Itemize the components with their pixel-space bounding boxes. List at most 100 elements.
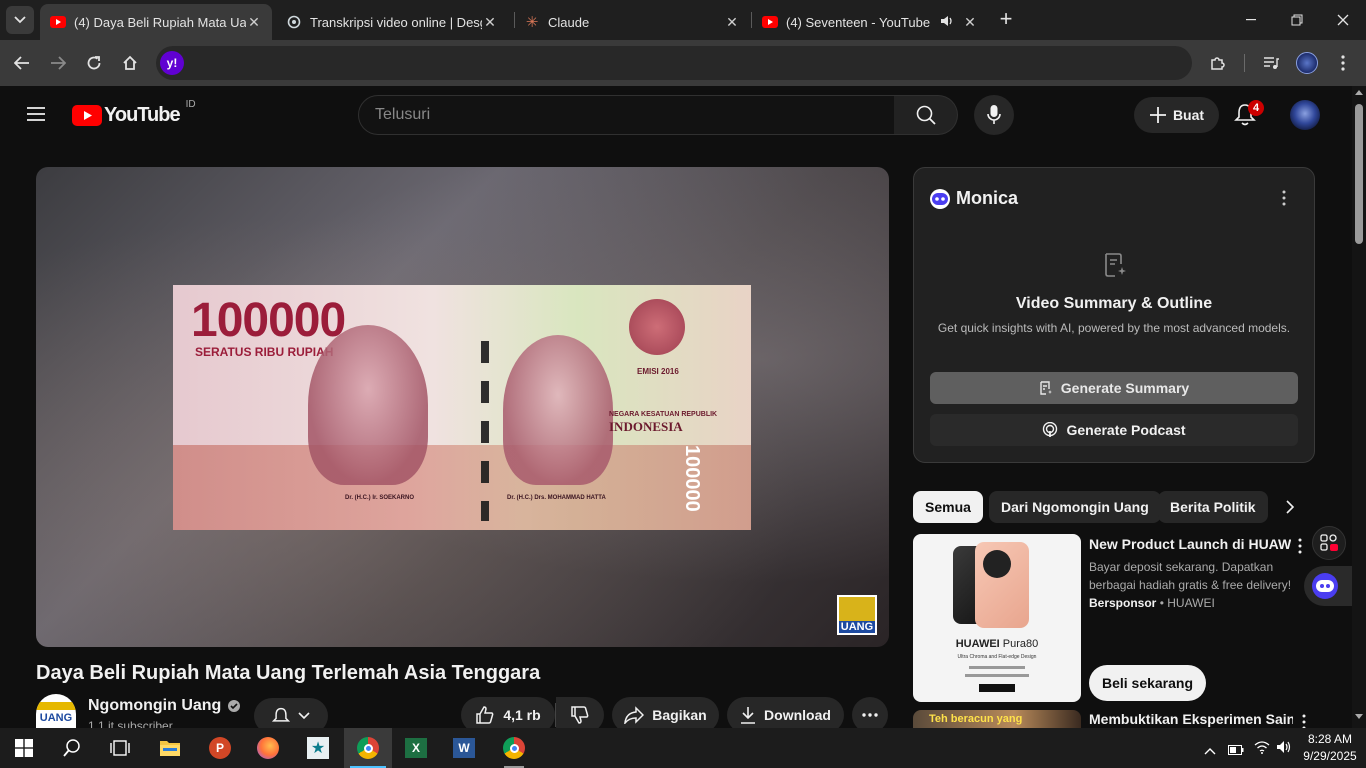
subscriber-count: 1,1 jt subscriber bbox=[88, 719, 173, 728]
scroll-up-arrow[interactable] bbox=[1355, 90, 1363, 95]
chrome-icon bbox=[357, 737, 379, 759]
apps-floating-button[interactable] bbox=[1312, 526, 1346, 560]
arrow-right-icon bbox=[51, 56, 66, 70]
video-player[interactable]: 100000 SERATUS RIBU RUPIAH EMISI 2016 NE… bbox=[36, 167, 889, 647]
monica-menu-button[interactable] bbox=[1280, 190, 1288, 208]
claude-icon: ✳ bbox=[525, 14, 539, 31]
clock[interactable]: 8:28 AM 9/29/2025 bbox=[1298, 731, 1362, 765]
close-window-button[interactable] bbox=[1320, 0, 1366, 40]
extensions-button[interactable] bbox=[1203, 48, 1233, 78]
address-bar[interactable]: y! bbox=[156, 46, 1192, 80]
chip-semua[interactable]: Semua bbox=[913, 491, 983, 523]
scrollbar-thumb[interactable] bbox=[1355, 104, 1363, 244]
ad-cta-button[interactable]: Beli sekarang bbox=[1089, 665, 1206, 701]
speaker-icon[interactable] bbox=[940, 15, 962, 30]
hamburger-icon bbox=[27, 107, 45, 121]
back-button[interactable] bbox=[7, 48, 37, 78]
generate-podcast-button[interactable]: Generate Podcast bbox=[930, 414, 1298, 446]
close-icon[interactable]: ✕ bbox=[482, 14, 498, 31]
close-icon[interactable]: ✕ bbox=[962, 14, 978, 31]
search-icon bbox=[916, 105, 936, 125]
scroll-down-arrow[interactable] bbox=[1355, 714, 1363, 719]
close-icon[interactable]: ✕ bbox=[724, 14, 740, 31]
chips-next-button[interactable] bbox=[1276, 493, 1304, 521]
firefox-icon bbox=[257, 737, 279, 759]
reload-button[interactable] bbox=[79, 48, 109, 78]
chevron-down-icon bbox=[14, 16, 26, 24]
task-view-button[interactable] bbox=[96, 728, 144, 768]
tab-youtube-video[interactable]: (4) Daya Beli Rupiah Mata Uang ✕ bbox=[40, 4, 272, 40]
search-input[interactable]: Telusuri bbox=[358, 95, 896, 135]
ad-menu-button[interactable] bbox=[1298, 538, 1306, 554]
kebab-menu-icon bbox=[1302, 714, 1306, 728]
channel-name-text: Ngomongin Uang bbox=[88, 697, 222, 714]
excel-icon: X bbox=[405, 738, 427, 758]
restore-icon bbox=[1291, 14, 1303, 26]
camera-module bbox=[983, 550, 1011, 578]
close-icon[interactable]: ✕ bbox=[246, 14, 262, 31]
monica-name: Monica bbox=[956, 188, 1019, 208]
home-button[interactable] bbox=[115, 48, 145, 78]
restore-button[interactable] bbox=[1274, 0, 1320, 40]
next-video-menu-button[interactable] bbox=[1302, 714, 1310, 728]
ad-title[interactable]: New Product Launch di HUAWEI bbox=[1089, 536, 1291, 552]
create-button[interactable]: Buat bbox=[1134, 97, 1219, 133]
tab-seventeen[interactable]: (4) Seventeen - YouTube ✕ bbox=[752, 4, 988, 40]
media-control-button[interactable] bbox=[1256, 48, 1286, 78]
chip-berita-politik[interactable]: Berita Politik bbox=[1158, 491, 1268, 523]
excel-app[interactable]: X bbox=[392, 728, 440, 768]
channel-avatar[interactable]: UANG bbox=[36, 694, 76, 728]
notifications-button[interactable]: 4 bbox=[1234, 100, 1264, 128]
tab-transkripsi[interactable]: Transkripsi video online | Desgr ✕ bbox=[276, 4, 508, 40]
channel-name[interactable]: Ngomongin Uang bbox=[88, 697, 241, 715]
minimize-button[interactable] bbox=[1228, 0, 1274, 40]
thumbs-up-icon bbox=[476, 706, 494, 724]
next-video-thumbnail[interactable]: Teh beracun yang bbox=[913, 710, 1081, 728]
browser-toolbar: y! bbox=[0, 40, 1366, 86]
forward-button[interactable] bbox=[43, 48, 73, 78]
tab-claude[interactable]: ✳ Claude ✕ bbox=[514, 4, 750, 40]
media-queue-icon bbox=[1264, 57, 1279, 69]
home-icon bbox=[123, 55, 137, 70]
new-tab-button[interactable]: + bbox=[994, 6, 1018, 34]
browser-menu-button[interactable] bbox=[1328, 48, 1358, 78]
openai-icon bbox=[286, 14, 302, 30]
battery-tray-icon[interactable] bbox=[1228, 742, 1244, 760]
sticky-app[interactable]: ★ bbox=[294, 728, 342, 768]
ad-thumbnail[interactable]: HUAWEI Pura80 Ultra Chroma and Flat-edge… bbox=[913, 534, 1081, 702]
chrome-app-active[interactable] bbox=[344, 728, 392, 768]
start-button[interactable] bbox=[0, 728, 48, 768]
search-button[interactable] bbox=[894, 95, 958, 135]
chrome-profile-app[interactable] bbox=[490, 728, 538, 768]
channel-avatar-band bbox=[36, 702, 76, 710]
kebab-menu-icon bbox=[1282, 190, 1286, 206]
generate-summary-button[interactable]: Generate Summary bbox=[930, 372, 1298, 404]
file-explorer-app[interactable] bbox=[146, 728, 194, 768]
guide-menu-button[interactable] bbox=[24, 102, 48, 126]
firefox-app[interactable] bbox=[244, 728, 292, 768]
more-horizontal-icon bbox=[862, 713, 878, 717]
wifi-tray-icon[interactable] bbox=[1254, 740, 1270, 759]
close-icon bbox=[1337, 14, 1349, 26]
tab-search-button[interactable] bbox=[6, 6, 34, 34]
portrait-soekarno bbox=[308, 325, 428, 485]
youtube-icon bbox=[50, 14, 66, 30]
account-avatar[interactable] bbox=[1290, 100, 1320, 130]
chip-dari-ngomongin-uang[interactable]: Dari Ngomongin Uang bbox=[989, 491, 1161, 523]
star-app-icon: ★ bbox=[307, 737, 329, 759]
taskbar-search-button[interactable] bbox=[48, 728, 96, 768]
next-video-title[interactable]: Membuktikan Eksperimen Sains bbox=[1089, 711, 1293, 728]
profile-button[interactable] bbox=[1292, 48, 1322, 78]
page-scrollbar[interactable] bbox=[1352, 86, 1366, 728]
volume-tray-icon[interactable] bbox=[1276, 740, 1292, 759]
youtube-logo[interactable]: YouTube ID bbox=[72, 99, 196, 127]
voice-search-button[interactable] bbox=[974, 95, 1014, 135]
tray-chevron-up[interactable] bbox=[1204, 742, 1216, 760]
powerpoint-app[interactable]: P bbox=[196, 728, 244, 768]
document-icon bbox=[1040, 381, 1052, 395]
minimize-icon bbox=[1246, 19, 1256, 21]
wifi-icon bbox=[1254, 741, 1270, 754]
ad-sponsor-line: Bersponsor • HUAWEI bbox=[1089, 596, 1215, 610]
word-app[interactable]: W bbox=[440, 728, 488, 768]
monica-floating-button[interactable] bbox=[1304, 566, 1352, 606]
